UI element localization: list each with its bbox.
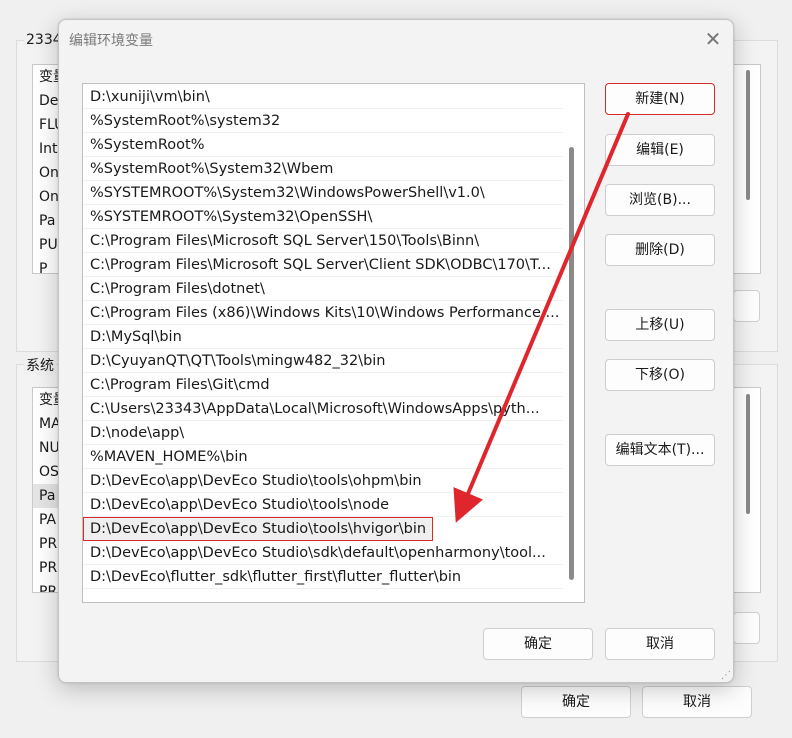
list-item[interactable]: NU (33, 436, 61, 460)
list-item[interactable]: Pa (33, 484, 61, 508)
list-item[interactable]: 变量 (33, 388, 61, 412)
path-item[interactable]: %SYSTEMROOT%\System32\WindowsPowerShell\… (83, 181, 563, 205)
list-item[interactable]: On (33, 185, 61, 209)
path-list-scrollbar[interactable] (569, 147, 574, 580)
list-item[interactable]: 变量 (33, 65, 61, 89)
edit-env-variable-dialog: 编辑环境变量 ✕ D:\xuniji\vm\bin\ %SystemRoot%\s… (58, 19, 734, 683)
close-icon[interactable]: ✕ (701, 28, 725, 52)
path-item[interactable]: %SystemRoot%\System32\Wbem (83, 157, 563, 181)
path-item[interactable]: C:\Program Files\dotnet\ (83, 277, 563, 301)
path-item[interactable]: C:\Program Files (x86)\Windows Kits\10\W… (83, 301, 563, 325)
path-item[interactable]: D:\DevEco\app\DevEco Studio\sdk\default\… (83, 541, 563, 565)
path-item[interactable]: D:\CyuyanQT\QT\Tools\mingw482_32\bin (83, 349, 563, 373)
new-button[interactable]: 新建(N) (605, 83, 715, 115)
path-item[interactable]: D:\DevEco\flutter_sdk\flutter_first\flut… (83, 565, 563, 589)
dialog-title: 编辑环境变量 (69, 33, 153, 49)
system-variables-title: 系统 (24, 355, 56, 375)
path-item[interactable]: %MAVEN_HOME%\bin (83, 445, 563, 469)
list-item[interactable]: PR (33, 580, 61, 592)
system-list-scrollbar[interactable] (746, 394, 750, 514)
move-down-button[interactable]: 下移(O) (605, 359, 715, 391)
list-item[interactable]: Pa (33, 209, 61, 233)
path-list[interactable]: D:\xuniji\vm\bin\ %SystemRoot%\system32 %S… (82, 83, 585, 603)
user-action-button[interactable] (733, 290, 760, 322)
list-item[interactable]: On (33, 161, 61, 185)
system-action-button[interactable] (733, 612, 760, 644)
list-item[interactable]: PA (33, 508, 61, 532)
list-item[interactable]: FLU (33, 113, 61, 137)
list-item[interactable]: MA (33, 412, 61, 436)
path-item[interactable]: D:\node\app\ (83, 421, 563, 445)
list-item[interactable]: P (33, 257, 61, 273)
cancel-button[interactable]: 取消 (605, 628, 715, 660)
path-item[interactable]: C:\Program Files\Git\cmd (83, 373, 563, 397)
path-item[interactable]: %SystemRoot%\system32 (83, 109, 563, 133)
list-item[interactable]: PU (33, 233, 61, 257)
path-item[interactable]: D:\MySql\bin (83, 325, 563, 349)
path-item[interactable]: D:\DevEco\app\DevEco Studio\tools\ohpm\b… (83, 469, 563, 493)
resize-grip-icon[interactable]: ⋰ (721, 670, 731, 681)
path-item-selected[interactable]: D:\DevEco\app\DevEco Studio\tools\hvigor… (83, 517, 433, 541)
edit-button[interactable]: 编辑(E) (605, 134, 715, 166)
browse-button[interactable]: 浏览(B)... (605, 184, 715, 216)
parent-ok-button[interactable]: 确定 (521, 686, 631, 718)
edit-text-button[interactable]: 编辑文本(T)... (605, 434, 715, 466)
path-item[interactable]: C:\Program Files\Microsoft SQL Server\15… (83, 229, 563, 253)
list-item[interactable]: PR (33, 556, 61, 580)
parent-cancel-button[interactable]: 取消 (642, 686, 752, 718)
list-item[interactable]: Int (33, 137, 61, 161)
path-item[interactable]: D:\DevEco\app\DevEco Studio\tools\node (83, 493, 563, 517)
user-list-scrollbar[interactable] (746, 70, 750, 200)
path-item[interactable]: C:\Users\23343\AppData\Local\Microsoft\W… (83, 397, 563, 421)
ok-button[interactable]: 确定 (483, 628, 593, 660)
path-item[interactable]: %SYSTEMROOT%\System32\OpenSSH\ (83, 205, 563, 229)
list-item[interactable]: OS (33, 460, 61, 484)
move-up-button[interactable]: 上移(U) (605, 309, 715, 341)
list-item[interactable]: PR (33, 532, 61, 556)
path-item[interactable]: C:\Program Files\Microsoft SQL Server\Cl… (83, 253, 563, 277)
path-item[interactable]: %SystemRoot% (83, 133, 563, 157)
list-item[interactable]: De (33, 89, 61, 113)
delete-button[interactable]: 删除(D) (605, 234, 715, 266)
path-item[interactable]: D:\xuniji\vm\bin\ (83, 85, 563, 109)
